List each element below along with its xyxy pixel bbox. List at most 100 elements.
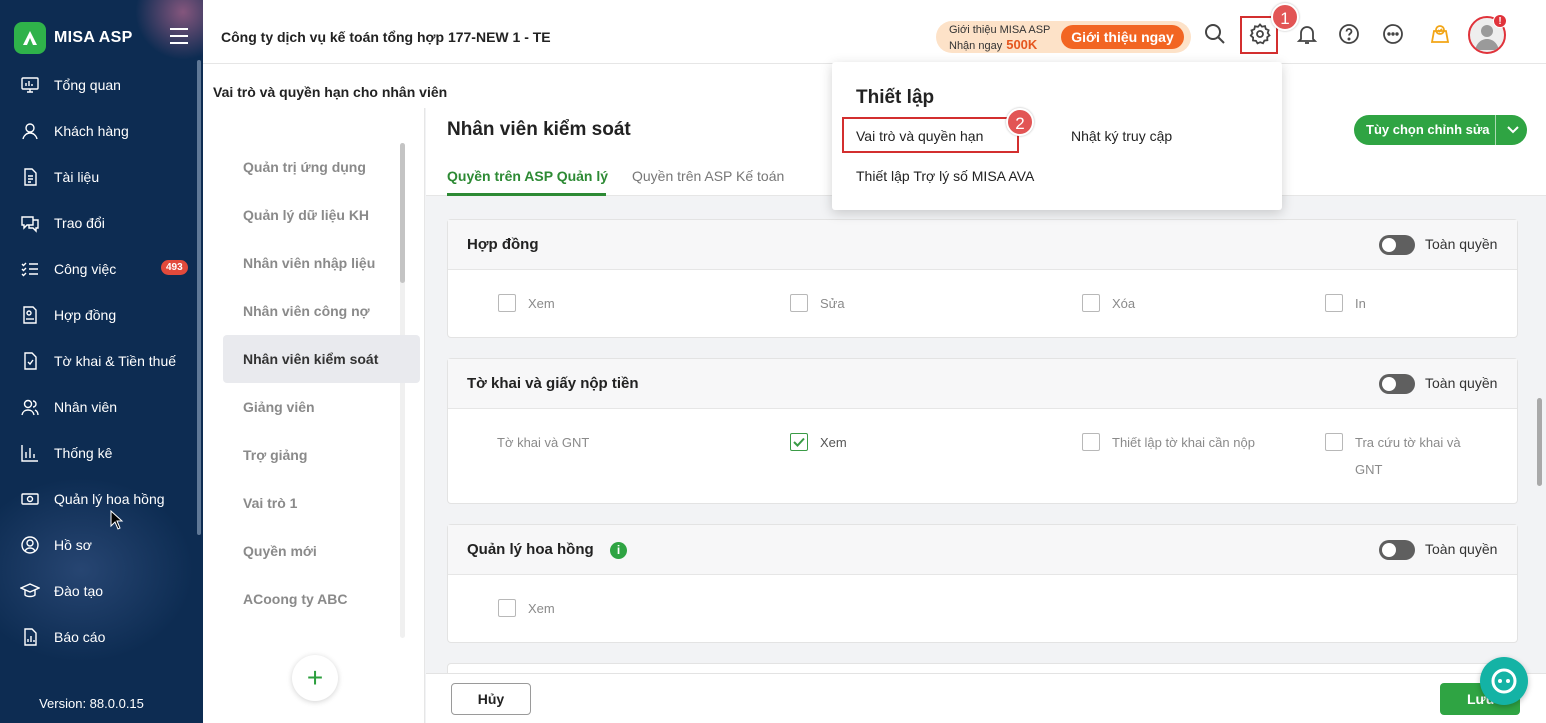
sidebar-item-hop-dong[interactable]: Hợp đồng (0, 292, 203, 338)
sidebar-item-cong-viec[interactable]: Công việc 493 (0, 246, 203, 292)
more-options-icon[interactable] (1381, 22, 1405, 46)
permission-checkbox-thiet-lap[interactable]: Thiết lập tờ khai cần nộp (1082, 429, 1255, 456)
sidebar-item-khach-hang[interactable]: Khách hàng (0, 108, 203, 154)
top-header: Công ty dịch vụ kế toán tổng hợp 177-NEW… (203, 0, 1546, 64)
sidebar-item-label: Báo cáo (54, 629, 106, 645)
permission-checkbox-in[interactable]: In (1325, 290, 1366, 317)
staff-icon (21, 399, 39, 416)
report-icon (24, 628, 37, 646)
step-2-marker: 2 (1006, 108, 1034, 136)
contract-icon (23, 306, 37, 324)
role-item[interactable]: Nhân viên nhập liệu (223, 239, 420, 287)
role-title: Nhân viên kiểm soát (447, 119, 631, 140)
sidebar-item-dao-tao[interactable]: Đào tạo (0, 568, 203, 614)
section-title: Tờ khai và giấy nộp tiền (467, 375, 639, 392)
full-permission-toggle[interactable] (1379, 540, 1415, 560)
chat-bot-icon (1491, 668, 1517, 694)
role-item-selected[interactable]: Nhân viên kiểm soát (223, 335, 420, 383)
sidebar-item-label: Khách hàng (54, 123, 129, 139)
search-icon[interactable] (1203, 22, 1227, 46)
menu-toggle-icon[interactable] (170, 28, 188, 44)
tab-asp-ke-toan[interactable]: Quyền trên ASP Kế toán (632, 168, 784, 184)
roles-panel: Quản trị ứng dụng Quản lý dữ liệu KH Nhâ… (203, 108, 425, 723)
permission-card-hop-dong: Hợp đồng Toàn quyền Xem Sửa Xóa In (447, 219, 1518, 338)
menu-item-ava-assistant[interactable]: Thiết lập Trợ lý số MISA AVA (856, 168, 1034, 184)
permission-checkbox-xem[interactable]: Xem (498, 290, 555, 317)
menu-item-access-log[interactable]: Nhật ký truy cập (1071, 128, 1172, 144)
chat-icon (21, 216, 39, 233)
section-title: Hợp đồng (467, 236, 539, 253)
sidebar-scrollbar[interactable] (197, 60, 201, 535)
permission-checkbox-tra-cuu[interactable]: Tra cứu tờ khai và GNT (1325, 429, 1461, 483)
permission-checkbox-xem[interactable]: Xem (498, 595, 555, 622)
gift-map-icon[interactable] (1428, 22, 1452, 46)
sidebar-item-trao-doi[interactable]: Trao đổi (0, 200, 203, 246)
task-count-badge: 493 (161, 260, 188, 275)
sidebar-item-label: Trao đổi (54, 215, 105, 231)
menu-item-roles-permissions[interactable]: Vai trò và quyền hạn (856, 128, 983, 144)
sidebar-item-label: Công việc (54, 261, 117, 277)
permission-group-label: Tờ khai và GNT (497, 435, 590, 450)
logo-text: MISA ASP (54, 29, 133, 46)
sidebar-item-tong-quan[interactable]: Tổng quan (0, 62, 203, 108)
logo[interactable]: MISA ASP (14, 22, 133, 54)
sidebar-item-label: Hợp đồng (54, 307, 117, 323)
sidebar-item-to-khai[interactable]: Tờ khai & Tiền thuế (0, 338, 203, 384)
logo-icon (14, 22, 46, 54)
chat-support-button[interactable] (1480, 657, 1528, 705)
sidebar-item-hoa-hong[interactable]: Quản lý hoa hồng (0, 476, 203, 522)
sidebar-item-label: Hồ sơ (54, 537, 92, 553)
promo-line-1: Giới thiệu MISA ASP (949, 24, 1051, 36)
info-icon[interactable]: i (610, 542, 627, 559)
roles-list: Quản trị ứng dụng Quản lý dữ liệu KH Nhâ… (203, 143, 420, 623)
tab-asp-quan-ly[interactable]: Quyền trên ASP Quản lý (447, 168, 608, 184)
cancel-button[interactable]: Hủy (451, 683, 531, 715)
full-permission-label: Toàn quyền (1425, 541, 1498, 557)
company-name[interactable]: Công ty dịch vụ kế toán tổng hợp 177-NEW… (221, 29, 551, 45)
permission-checkbox-sua[interactable]: Sửa (790, 290, 845, 317)
permission-card-hoa-hong: Quản lý hoa hồng i Toàn quyền Xem (447, 524, 1518, 643)
sidebar-item-thong-ke[interactable]: Thống kê (0, 430, 203, 476)
sidebar-item-ho-so[interactable]: Hồ sơ (0, 522, 203, 568)
check-icon (793, 437, 805, 447)
gear-icon[interactable] (1248, 22, 1272, 46)
role-item[interactable]: Giảng viên (223, 383, 420, 431)
sidebar-item-label: Thống kê (54, 445, 113, 461)
role-item[interactable]: Trợ giảng (223, 431, 420, 479)
bell-icon[interactable] (1295, 22, 1319, 46)
role-item[interactable]: Quyền mới (223, 527, 420, 575)
sidebar-nav: Tổng quan Khách hàng Tài liệu Trao đổi C… (0, 62, 203, 660)
referral-button[interactable]: Giới thiệu ngay (1061, 25, 1184, 49)
permission-checkbox-xem[interactable]: Xem (790, 429, 847, 456)
sidebar-item-label: Quản lý hoa hồng (54, 491, 165, 507)
user-icon (22, 123, 38, 140)
plus-icon: + (306, 662, 324, 693)
role-item[interactable]: Nhân viên công nợ (223, 287, 420, 335)
sidebar-item-label: Tờ khai & Tiền thuế (54, 353, 177, 369)
role-item[interactable]: Quản trị ứng dụng (223, 143, 420, 191)
full-permission-toggle[interactable] (1379, 235, 1415, 255)
add-role-button[interactable]: + (292, 655, 338, 701)
edit-options-button[interactable]: Tùy chọn chỉnh sửa (1354, 115, 1527, 145)
money-icon (21, 493, 39, 505)
role-item[interactable]: Vai trò 1 (223, 479, 420, 527)
role-item[interactable]: ACoong ty ABC (223, 575, 420, 623)
full-permission-toggle[interactable] (1379, 374, 1415, 394)
sidebar-item-label: Đào tạo (54, 583, 104, 599)
role-item[interactable]: Quản lý dữ liệu KH (223, 191, 420, 239)
chevron-down-icon[interactable] (1505, 121, 1521, 137)
full-permission-label: Toàn quyền (1425, 375, 1498, 391)
main-scrollbar[interactable] (1537, 398, 1542, 486)
section-title: Quản lý hoa hồng (467, 541, 594, 558)
full-permission-label: Toàn quyền (1425, 236, 1498, 252)
promo-amount: 500K (1006, 37, 1038, 52)
page-title: Vai trò và quyền hạn cho nhân viên (213, 84, 448, 100)
sidebar-item-tai-lieu[interactable]: Tài liệu (0, 154, 203, 200)
sidebar-item-nhan-vien[interactable]: Nhân viên (0, 384, 203, 430)
permission-card-to-khai: Tờ khai và giấy nộp tiền Toàn quyền Tờ k… (447, 358, 1518, 504)
sidebar-item-bao-cao[interactable]: Báo cáo (0, 614, 203, 660)
referral-promo: Giới thiệu MISA ASP Nhận ngay 500K Giới t… (936, 21, 1191, 53)
tasks-icon (21, 262, 38, 277)
permission-checkbox-xoa[interactable]: Xóa (1082, 290, 1135, 317)
help-icon[interactable] (1337, 22, 1361, 46)
